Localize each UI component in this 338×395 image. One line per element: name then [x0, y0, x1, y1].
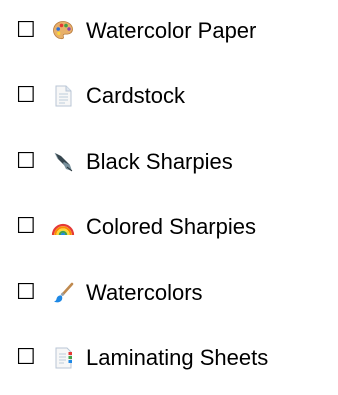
checkbox[interactable]: ☐: [16, 216, 40, 238]
item-label: Watercolor Paper: [86, 18, 257, 43]
checkbox[interactable]: ☐: [16, 151, 40, 173]
item-label: Laminating Sheets: [86, 345, 269, 370]
checkbox[interactable]: ☐: [16, 282, 40, 304]
list-item-black-sharpies[interactable]: ☐ Black Sharpies: [16, 144, 233, 180]
page-facing-up-icon: [50, 83, 76, 109]
item-label: Watercolors: [86, 280, 203, 305]
paintbrush-icon: [50, 280, 76, 306]
list-item-watercolor-paper[interactable]: ☐ Watercolor Paper: [16, 13, 256, 49]
list-item-cardstock[interactable]: ☐ Cardstock: [16, 78, 185, 114]
list-item-watercolors[interactable]: ☐ Watercolors: [16, 275, 203, 311]
list-item-colored-sharpies[interactable]: ☐ Colored Sharpies: [16, 209, 256, 245]
fountain-pen-icon: [50, 149, 76, 175]
item-label: Black Sharpies: [86, 149, 233, 174]
checklist: ☐ Watercolor Paper ☐ Cardstock ☐ Black S…: [0, 0, 338, 395]
checkbox[interactable]: ☐: [16, 347, 40, 369]
item-label: Colored Sharpies: [86, 214, 256, 239]
artist-palette-icon: [50, 18, 76, 44]
bookmark-tabs-icon: [50, 345, 76, 371]
item-label: Cardstock: [86, 83, 186, 108]
checkbox[interactable]: ☐: [16, 85, 40, 107]
rainbow-icon: [50, 214, 76, 240]
checkbox[interactable]: ☐: [16, 20, 40, 42]
list-item-laminating-sheets[interactable]: ☐ Laminating Sheets: [16, 340, 268, 376]
